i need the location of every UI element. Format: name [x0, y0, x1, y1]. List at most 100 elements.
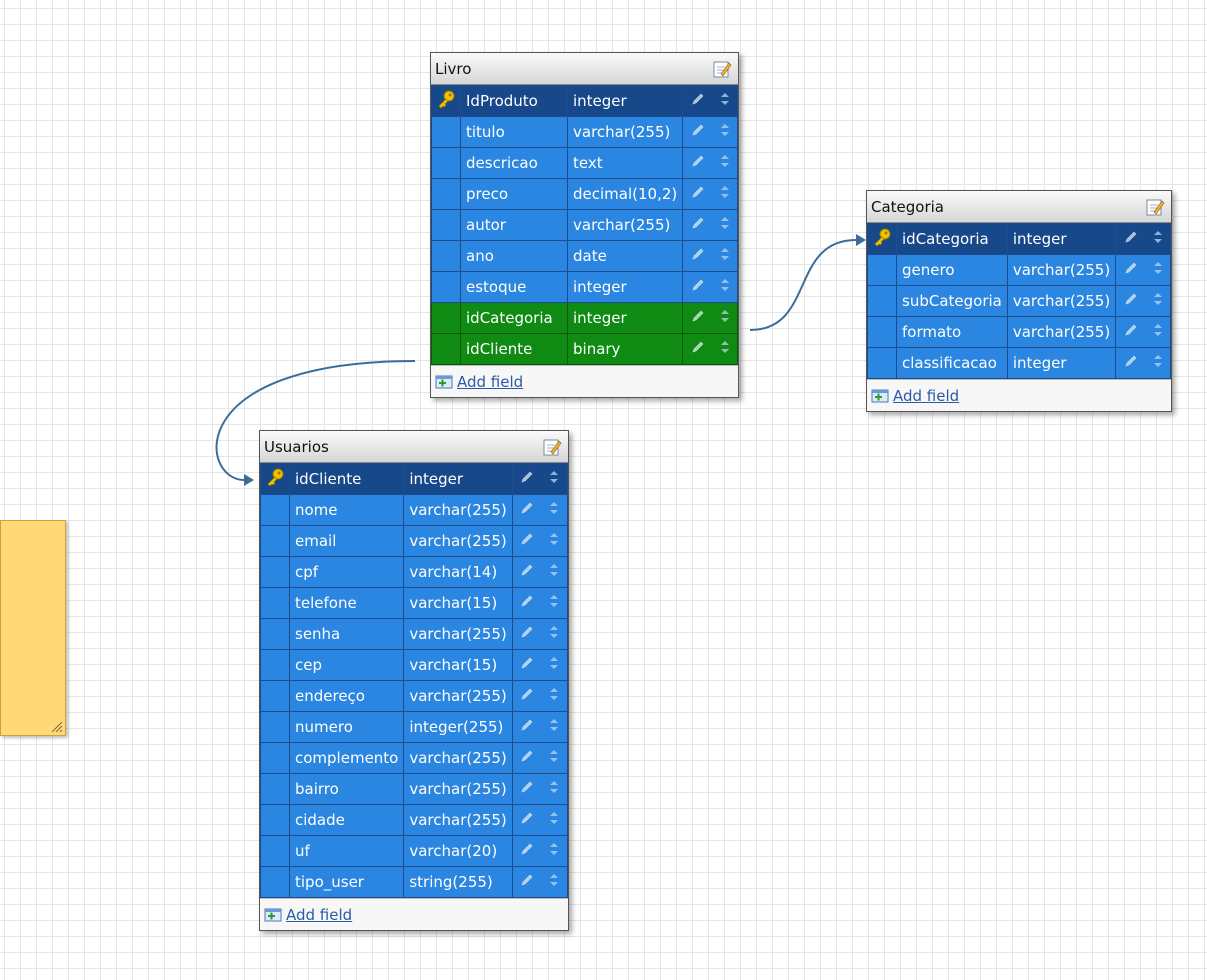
edit-table-icon[interactable] [712, 59, 732, 79]
table-header[interactable]: Usuarios [260, 431, 568, 463]
field-row[interactable]: classificacao integer [867, 347, 1172, 379]
field-row[interactable]: email varchar(255) [260, 525, 568, 557]
field-row[interactable]: complemento varchar(255) [260, 742, 568, 774]
reorder-icon[interactable] [720, 247, 730, 265]
field-row[interactable]: cidade varchar(255) [260, 804, 568, 836]
field-row[interactable]: genero varchar(255) [867, 254, 1172, 286]
pencil-icon[interactable] [520, 687, 534, 705]
pencil-icon[interactable] [691, 309, 705, 327]
reorder-icon[interactable] [1153, 292, 1163, 310]
pencil-icon[interactable] [520, 594, 534, 612]
reorder-icon[interactable] [549, 780, 559, 798]
field-row[interactable]: telefone varchar(15) [260, 587, 568, 619]
reorder-icon[interactable] [549, 656, 559, 674]
pencil-icon[interactable] [520, 780, 534, 798]
field-row[interactable]: cpf varchar(14) [260, 556, 568, 588]
pencil-icon[interactable] [691, 216, 705, 234]
reorder-icon[interactable] [549, 470, 559, 488]
pencil-icon[interactable] [520, 501, 534, 519]
pencil-icon[interactable] [691, 340, 705, 358]
reorder-icon[interactable] [720, 92, 730, 110]
reorder-icon[interactable] [1153, 354, 1163, 372]
pencil-icon[interactable] [691, 154, 705, 172]
field-row[interactable]: bairro varchar(255) [260, 773, 568, 805]
table-categoria[interactable]: Categoria idCategoria integer genero varcha… [866, 190, 1173, 412]
pencil-icon[interactable] [520, 532, 534, 550]
pencil-icon[interactable] [1124, 323, 1138, 341]
reorder-icon[interactable] [720, 185, 730, 203]
reorder-icon[interactable] [549, 718, 559, 736]
field-row[interactable]: formato varchar(255) [867, 316, 1172, 348]
pencil-icon[interactable] [520, 873, 534, 891]
relation-livro-categoria[interactable] [749, 239, 857, 331]
field-row[interactable]: senha varchar(255) [260, 618, 568, 650]
pencil-icon[interactable] [691, 247, 705, 265]
reorder-icon[interactable] [720, 278, 730, 296]
table-usuarios[interactable]: Usuarios idCliente integer nome varchar(255… [259, 430, 569, 931]
pencil-icon[interactable] [691, 185, 705, 203]
field-row[interactable]: uf varchar(20) [260, 835, 568, 867]
sticky-note[interactable] [0, 520, 66, 736]
edit-table-icon[interactable] [1145, 197, 1165, 217]
pencil-icon[interactable] [691, 123, 705, 141]
reorder-icon[interactable] [549, 625, 559, 643]
table-header[interactable]: Livro [431, 53, 739, 85]
pencil-icon[interactable] [1124, 230, 1138, 248]
pencil-icon[interactable] [1124, 292, 1138, 310]
foreign-key-row[interactable]: idCliente binary [431, 333, 739, 365]
pencil-icon[interactable] [520, 656, 534, 674]
edit-table-icon[interactable] [542, 437, 562, 457]
reorder-icon[interactable] [549, 687, 559, 705]
field-row[interactable]: endereço varchar(255) [260, 680, 568, 712]
reorder-icon[interactable] [720, 340, 730, 358]
reorder-icon[interactable] [549, 749, 559, 767]
reorder-icon[interactable] [720, 309, 730, 327]
add-field-button[interactable]: Add field [431, 365, 739, 397]
pencil-icon[interactable] [520, 718, 534, 736]
field-row[interactable]: tipo_user string(255) [260, 866, 568, 898]
reorder-icon[interactable] [549, 842, 559, 860]
diagram-canvas[interactable]: Livro IdProduto integer titulo varchar(255)… [0, 0, 1207, 980]
reorder-icon[interactable] [549, 501, 559, 519]
field-row[interactable]: numero integer(255) [260, 711, 568, 743]
reorder-icon[interactable] [549, 563, 559, 581]
reorder-icon[interactable] [720, 216, 730, 234]
reorder-icon[interactable] [1153, 261, 1163, 279]
pencil-icon[interactable] [691, 278, 705, 296]
field-row[interactable]: cep varchar(15) [260, 649, 568, 681]
reorder-icon[interactable] [549, 811, 559, 829]
pencil-icon[interactable] [520, 811, 534, 829]
field-row[interactable]: autor varchar(255) [431, 209, 739, 241]
reorder-icon[interactable] [720, 154, 730, 172]
reorder-icon[interactable] [549, 873, 559, 891]
pencil-icon[interactable] [1124, 354, 1138, 372]
pencil-icon[interactable] [520, 842, 534, 860]
field-row[interactable]: subCategoria varchar(255) [867, 285, 1172, 317]
field-row[interactable]: titulo varchar(255) [431, 116, 739, 148]
pencil-icon[interactable] [520, 749, 534, 767]
primary-key-row[interactable]: idCliente integer [260, 463, 568, 495]
reorder-icon[interactable] [720, 123, 730, 141]
pencil-icon[interactable] [691, 92, 705, 110]
field-row[interactable]: descricao text [431, 147, 739, 179]
primary-key-row[interactable]: IdProduto integer [431, 85, 739, 117]
reorder-icon[interactable] [549, 594, 559, 612]
add-field-button[interactable]: Add field [867, 379, 1172, 411]
field-row[interactable]: preco decimal(10,2) [431, 178, 739, 210]
table-livro[interactable]: Livro IdProduto integer titulo varchar(255)… [430, 52, 740, 398]
table-header[interactable]: Categoria [867, 191, 1172, 223]
resize-grip-icon[interactable] [51, 721, 63, 733]
reorder-icon[interactable] [1153, 230, 1163, 248]
foreign-key-row[interactable]: idCategoria integer [431, 302, 739, 334]
field-row[interactable]: nome varchar(255) [260, 494, 568, 526]
pencil-icon[interactable] [1124, 261, 1138, 279]
pencil-icon[interactable] [520, 470, 534, 488]
add-field-button[interactable]: Add field [260, 898, 568, 930]
field-row[interactable]: estoque integer [431, 271, 739, 303]
field-row[interactable]: ano date [431, 240, 739, 272]
pencil-icon[interactable] [520, 563, 534, 581]
reorder-icon[interactable] [1153, 323, 1163, 341]
primary-key-row[interactable]: idCategoria integer [867, 223, 1172, 255]
pencil-icon[interactable] [520, 625, 534, 643]
reorder-icon[interactable] [549, 532, 559, 550]
